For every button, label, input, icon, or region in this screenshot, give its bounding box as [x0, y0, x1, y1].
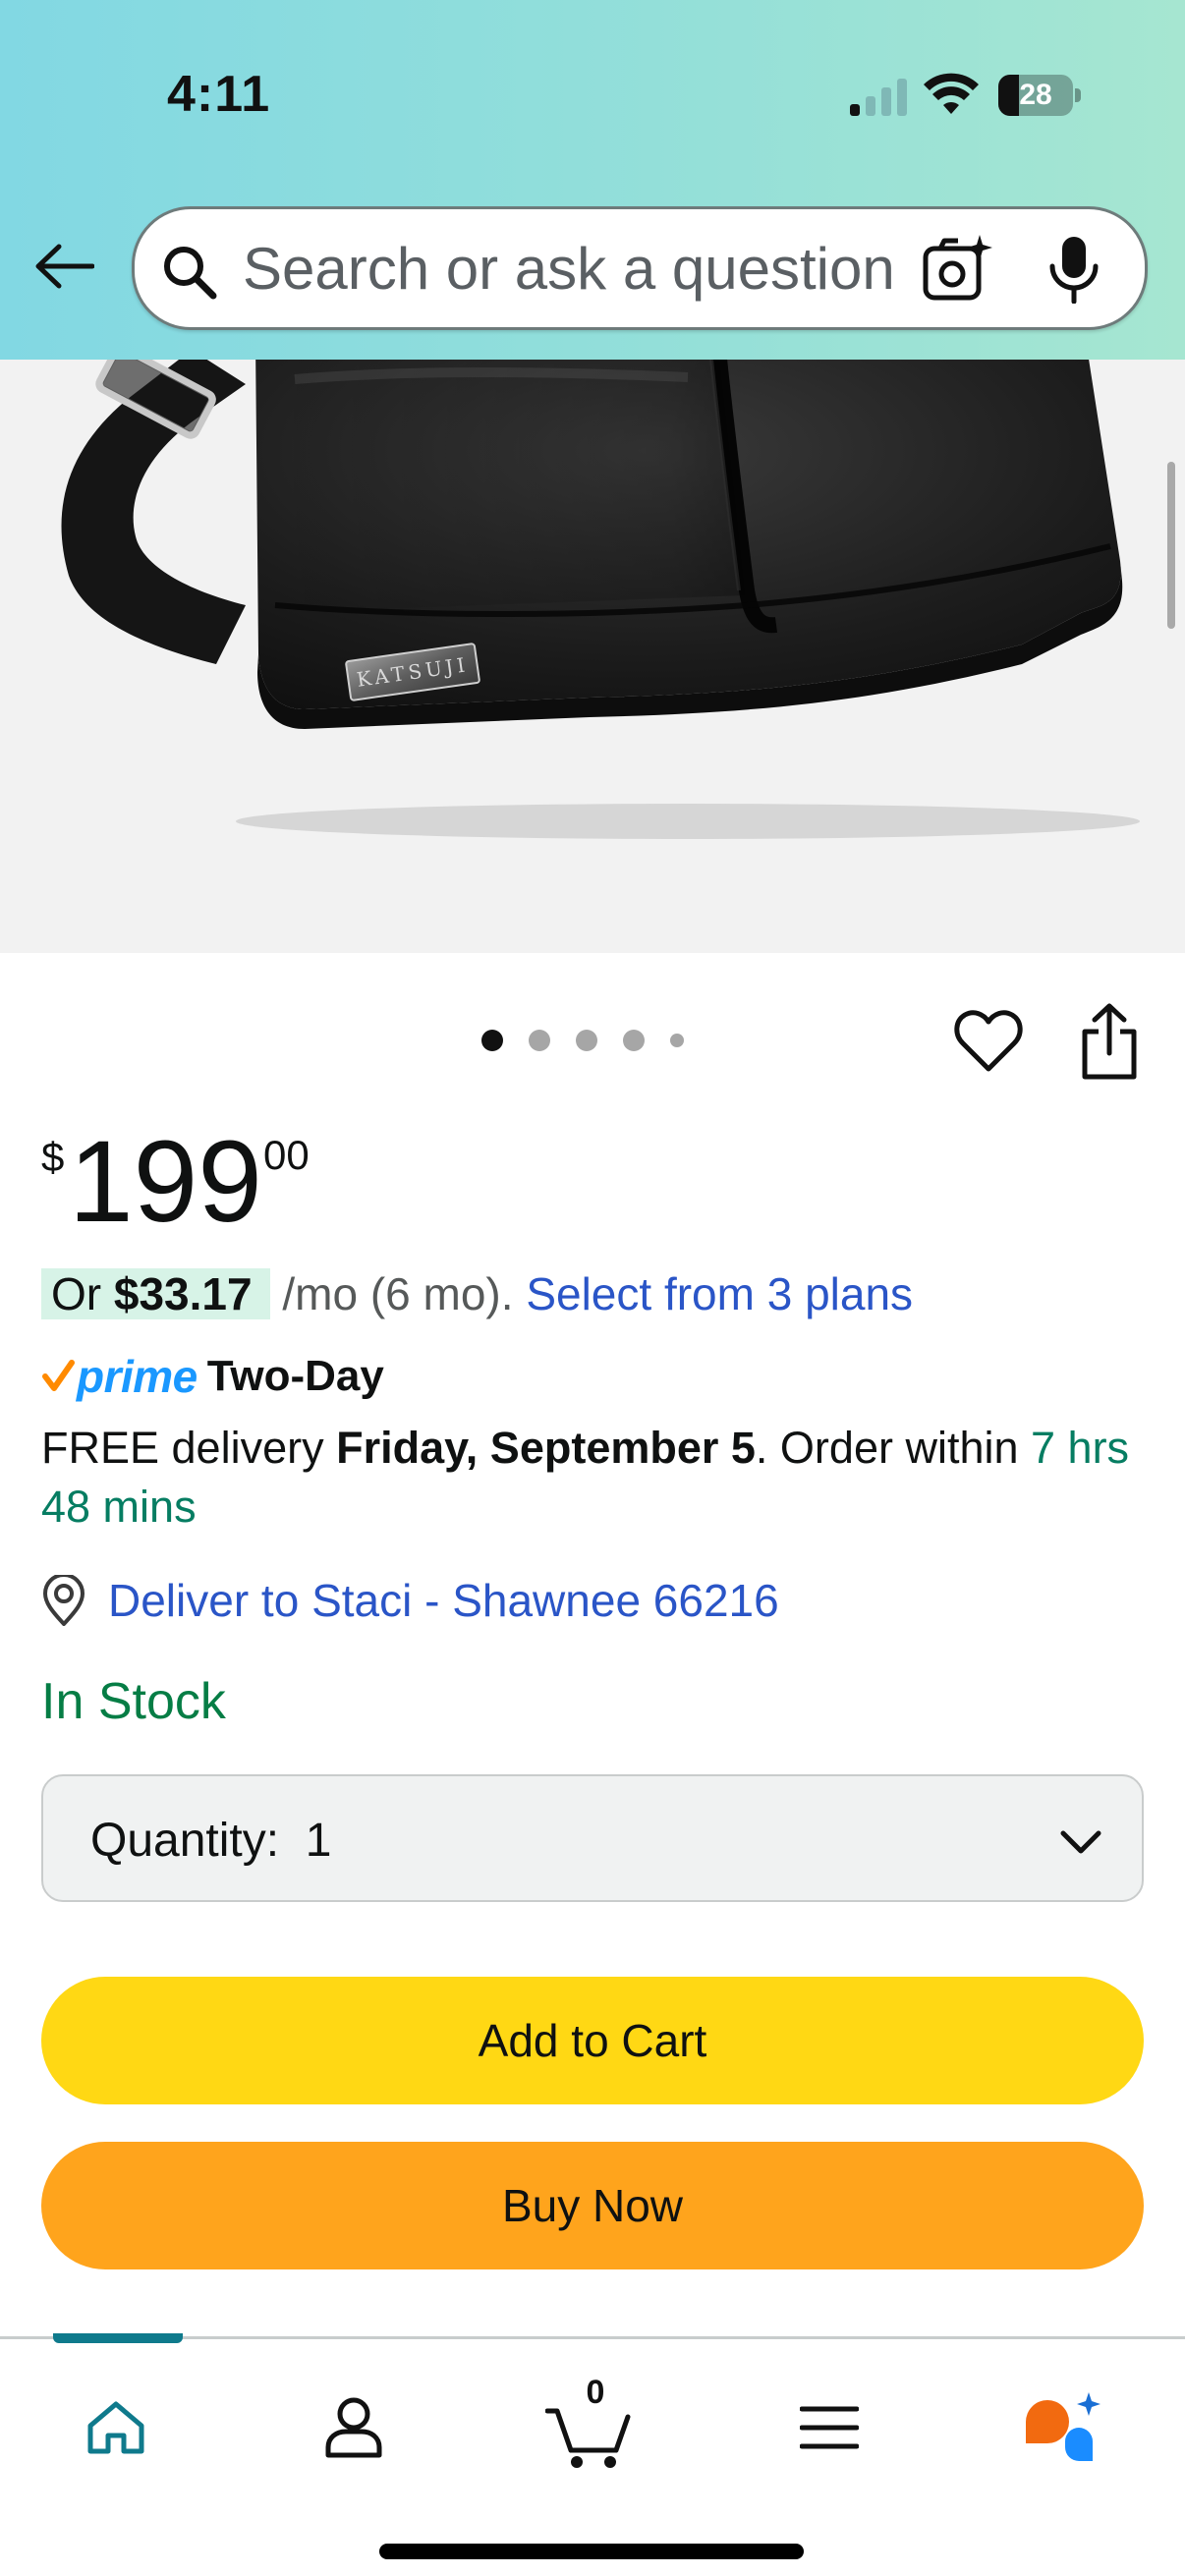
messenger-bag-image: KATSUJI: [61, 360, 1140, 839]
delivery-order-within: . Order within: [755, 1423, 1032, 1473]
bottom-navigation: 0: [0, 2333, 1185, 2576]
prime-logo: prime: [77, 1351, 198, 1402]
delivery-date: Friday, September 5: [336, 1423, 756, 1473]
quantity-label-text: Quantity:: [90, 1815, 280, 1867]
carousel-dot[interactable]: [576, 1030, 597, 1051]
image-carousel-dots[interactable]: [481, 1030, 709, 1051]
status-time: 4:11: [167, 66, 271, 123]
buy-now-button[interactable]: Buy Now: [41, 2142, 1144, 2269]
prime-check-icon: [42, 1360, 75, 1391]
search-icon: [164, 247, 217, 300]
prime-badge: prime Two-Day: [41, 1350, 384, 1403]
add-to-cart-button[interactable]: Add to Cart: [41, 1977, 1144, 2104]
battery-icon: 28: [998, 75, 1081, 116]
nav-cart[interactable]: 0: [531, 2374, 649, 2477]
carousel-dot[interactable]: [529, 1030, 550, 1051]
deliver-to-location[interactable]: Deliver to Staci - Shawnee 66216: [41, 1574, 779, 1627]
home-indicator: [379, 2544, 804, 2559]
installment-plan: Or $33.17 /mo (6 mo). Select from 3 plan…: [41, 1267, 913, 1320]
microphone-icon[interactable]: [1044, 235, 1103, 304]
delivery-prefix: FREE delivery: [41, 1423, 337, 1473]
nav-account[interactable]: [295, 2379, 413, 2477]
nav-home[interactable]: [57, 2379, 175, 2477]
home-icon: [87, 2401, 144, 2454]
back-button[interactable]: [29, 232, 98, 301]
installment-highlight: Or $33.17: [41, 1268, 270, 1319]
carousel-dot[interactable]: [670, 1034, 684, 1047]
price-fraction: 00: [263, 1132, 310, 1178]
search-bar[interactable]: [132, 206, 1148, 330]
wifi-icon: [924, 73, 979, 114]
quantity-select[interactable]: Quantity: 1: [41, 1774, 1144, 1902]
price-whole: 199: [69, 1117, 262, 1247]
cart-icon: [545, 2408, 631, 2468]
battery-percentage: 28: [1019, 79, 1052, 111]
back-arrow-icon: [35, 244, 94, 289]
account-icon: [325, 2397, 382, 2458]
quantity-value: 1: [305, 1815, 332, 1867]
installment-suffix: /mo (6 mo).: [269, 1268, 527, 1319]
location-pin-icon: [43, 1575, 85, 1626]
rufus-assistant-icon: [1026, 2392, 1100, 2461]
nav-menu[interactable]: [770, 2379, 888, 2477]
active-tab-indicator: [53, 2333, 183, 2343]
scroll-indicator: [1167, 462, 1175, 629]
cellular-signal-icon: [850, 79, 907, 116]
wishlist-heart-icon[interactable]: [953, 1006, 1024, 1077]
chevron-down-icon: [1060, 1830, 1101, 1854]
share-icon[interactable]: [1077, 1002, 1142, 1081]
nav-rufus[interactable]: [1002, 2379, 1120, 2477]
prime-two-day: Two-Day: [206, 1352, 384, 1400]
hamburger-menu-icon: [800, 2406, 859, 2449]
product-image[interactable]: KATSUJI: [0, 360, 1185, 953]
camera-lens-icon[interactable]: [921, 233, 995, 308]
quantity-label: Quantity: 1: [90, 1814, 331, 1868]
carousel-dot[interactable]: [481, 1030, 503, 1051]
delivery-info: FREE delivery Friday, September 5. Order…: [41, 1419, 1152, 1537]
top-header: 4:11 28: [0, 0, 1185, 360]
stock-status: In Stock: [41, 1673, 226, 1730]
installment-amount: $33.17: [113, 1268, 253, 1319]
select-plans-link[interactable]: Select from 3 plans: [526, 1268, 913, 1319]
price-currency: $: [41, 1134, 65, 1180]
installment-prefix: Or: [51, 1268, 114, 1319]
carousel-dot[interactable]: [623, 1030, 645, 1051]
deliver-to-link[interactable]: Deliver to Staci - Shawnee 66216: [108, 1574, 779, 1627]
